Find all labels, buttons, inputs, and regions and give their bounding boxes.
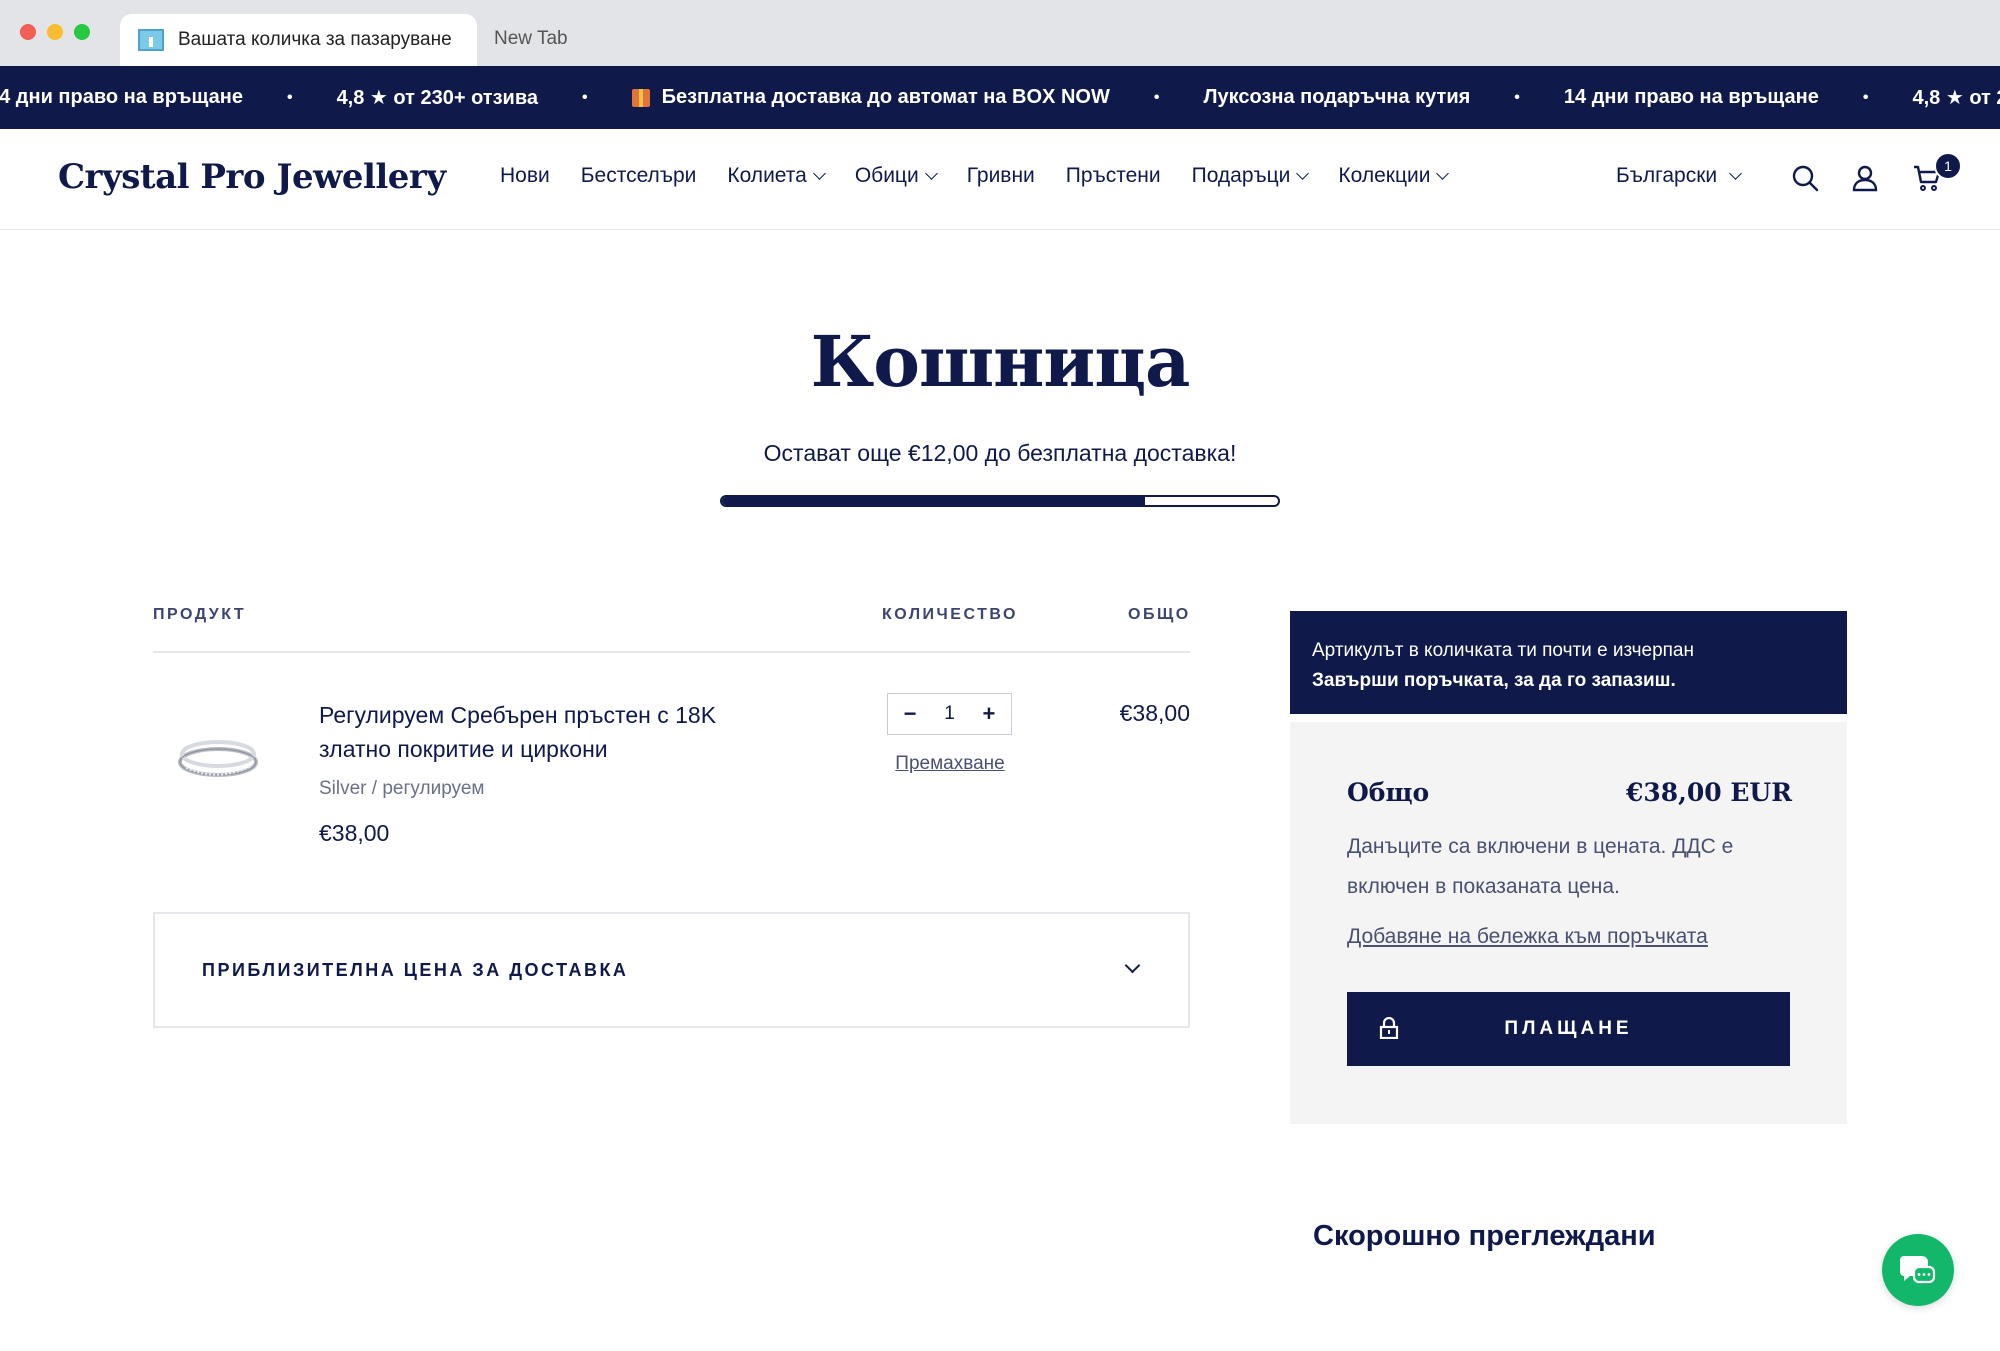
account-icon[interactable] (1850, 163, 1880, 193)
announcement-bar: 14 дни право на връщане • 4,8 ★ от 230+ … (0, 66, 2000, 129)
nav-item-label: Обици (854, 164, 919, 187)
column-header-total: ОБЩО (1128, 606, 1191, 623)
chevron-down-icon (924, 167, 938, 180)
checkout-label: ПЛАЩАНЕ (1504, 1018, 1633, 1039)
search-icon[interactable] (1790, 163, 1820, 193)
announcement-separator: • (582, 88, 588, 106)
column-header-product: ПРОДУКТ (153, 606, 247, 623)
line-total: €38,00 (1119, 700, 1190, 726)
nav-item-bestsellers[interactable]: Бестселъри (581, 164, 697, 188)
site-header: Crystal Pro Jewellery Нови Бестселъри Ко… (0, 129, 2000, 230)
order-summary: Общо €38,00 EUR Данъците са включени в ц… (1290, 722, 1847, 1124)
close-window-button[interactable] (20, 24, 36, 40)
announcement-item-delivery: Безплатна доставка до автомат на BOX NOW (631, 86, 1110, 109)
announcement-separator: • (286, 88, 293, 106)
announcement-item: 14 дни право на връщане (1563, 86, 1819, 108)
main-nav: Нови Бестселъри Колиета Обици Гривни Пръ… (500, 164, 1478, 188)
announcement-track: 14 дни право на връщане • 4,8 ★ от 230+ … (0, 66, 2000, 129)
language-selector[interactable]: Български (1616, 164, 1743, 188)
cart-count-badge: 1 (1934, 152, 1962, 180)
table-divider (153, 651, 1190, 653)
chevron-down-icon (812, 167, 826, 180)
window-controls (20, 24, 90, 40)
chevron-down-icon (1729, 167, 1743, 180)
free-shipping-progress-fill (722, 497, 1145, 505)
nav-item-earrings[interactable]: Обици (854, 164, 938, 188)
quantity-input[interactable]: 1 (944, 703, 955, 725)
nav-item-rings[interactable]: Пръстени (1066, 164, 1161, 188)
nav-item-label: Гривни (966, 164, 1035, 187)
announcement-item: Луксозна подаръчна кутия (1203, 86, 1471, 108)
maximize-window-button[interactable] (74, 24, 90, 40)
nav-item-necklaces[interactable]: Колиета (727, 164, 826, 188)
nav-item-bracelets[interactable]: Гривни (967, 164, 1035, 188)
page-title: Кошница (810, 320, 1191, 403)
announcement-item-label: Безплатна доставка до автомат на BOX NOW (661, 86, 1110, 108)
nav-item-label: Бестселъри (580, 164, 697, 187)
gift-icon (631, 88, 650, 107)
checkout-button[interactable]: ПЛАЩАНЕ (1347, 992, 1790, 1066)
chat-icon (1900, 1256, 1936, 1284)
announcement-item: 14 дни право на връщане (0, 86, 243, 108)
column-header-quantity: КОЛИЧЕСТВО (882, 606, 1018, 623)
nav-item-label: Колекции (1338, 164, 1431, 187)
add-order-note-link[interactable]: Добавяне на бележка към поръчката (1347, 925, 1708, 949)
nav-item-collections[interactable]: Колекции (1338, 164, 1450, 188)
increase-quantity-button[interactable]: + (981, 701, 997, 727)
tax-note: Данъците са включени в цената. ДДС е вкл… (1347, 835, 1734, 898)
low-stock-line1: Артикулът в количката ти почти е изчерпа… (1312, 640, 1694, 661)
free-shipping-message: Остават още €12,00 до безплатна доставка… (763, 440, 1237, 466)
tab-new-tab[interactable]: New Tab (494, 28, 568, 50)
browser-chrome: Вашата количка за пазаруване New Tab (0, 0, 2000, 66)
site-logo[interactable]: Crystal Pro Jewellery (58, 157, 446, 197)
summary-total-label: Общо (1347, 778, 1430, 807)
chevron-down-icon (1296, 167, 1310, 180)
product-title[interactable]: Регулируем Сребърен пръстен с 18K златно… (319, 698, 779, 766)
free-shipping-progress-bar (720, 495, 1280, 507)
language-label: Български (1616, 164, 1718, 187)
quantity-stepper: − 1 + (887, 693, 1012, 735)
minimize-window-button[interactable] (47, 24, 63, 40)
announcement-item: 4,8 ★ от 230+ отзива (1912, 87, 2000, 109)
shipping-estimate-accordion[interactable]: ПРИБЛИЗИТЕЛНА ЦЕНА ЗА ДОСТАВКА (153, 912, 1190, 1028)
summary-total-value: €38,00 EUR (1625, 778, 1792, 807)
nav-item-gifts[interactable]: Подаръци (1191, 164, 1310, 188)
recently-viewed-heading: Скорошно преглеждани (1313, 1220, 1656, 1252)
remove-item-link[interactable]: Премахване (892, 753, 1008, 775)
low-stock-notice: Артикулът в количката ти почти е изчерпа… (1290, 611, 1847, 714)
favicon-icon (138, 29, 164, 51)
nav-item-new[interactable]: Нови (500, 164, 550, 188)
nav-item-label: Пръстени (1065, 164, 1161, 187)
tab-cart[interactable]: Вашата количка за пазаруване (120, 14, 477, 66)
lock-icon (1379, 1017, 1399, 1039)
low-stock-line2: Завърши поръчката, за да го запазиш. (1312, 670, 1676, 691)
chevron-down-icon (1436, 167, 1450, 180)
announcement-item: 4,8 ★ от 230+ отзива (336, 87, 538, 109)
nav-item-label: Нови (500, 164, 550, 187)
product-variant: Silver / регулируем (319, 778, 485, 799)
chevron-down-icon (1124, 957, 1141, 974)
announcement-separator: • (1514, 88, 1520, 106)
shipping-estimate-label: ПРИБЛИЗИТЕЛНА ЦЕНА ЗА ДОСТАВКА (202, 959, 629, 980)
product-price: €38,00 (319, 820, 390, 846)
product-image[interactable] (168, 722, 268, 792)
chat-button[interactable] (1882, 1234, 1954, 1306)
nav-item-label: Подаръци (1191, 164, 1291, 187)
decrease-quantity-button[interactable]: − (902, 701, 918, 727)
tab-title: Вашата количка за пазаруване (178, 29, 452, 50)
announcement-separator: • (1862, 88, 1869, 106)
nav-item-label: Колиета (727, 164, 807, 187)
announcement-separator: • (1153, 88, 1160, 106)
